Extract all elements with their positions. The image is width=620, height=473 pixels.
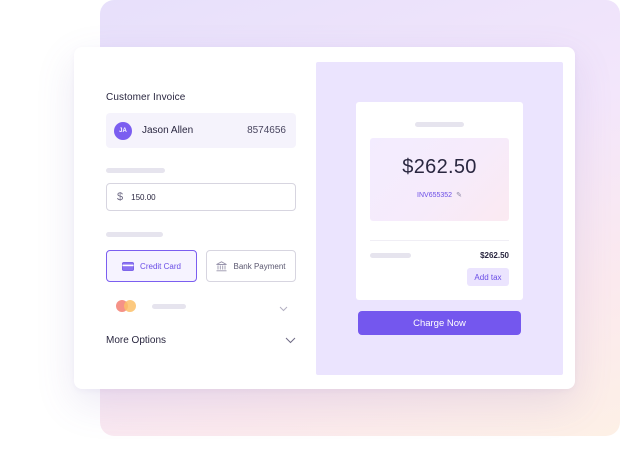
card-number-placeholder <box>152 303 186 309</box>
payment-label-placeholder <box>106 232 163 237</box>
dollar-icon: $ <box>117 191 124 203</box>
invoice-number: INV655352 ✎ <box>370 191 509 199</box>
total-amount: $262.50 <box>402 156 477 178</box>
more-options-label: More Options <box>106 334 167 346</box>
amount-label-placeholder <box>106 168 165 173</box>
credit-card-label: Credit Card <box>140 261 181 271</box>
receipt-card: $262.50 INV655352 ✎ $262.50 Add tax <box>356 102 523 300</box>
amount-input[interactable]: $ 150.00 <box>106 183 296 211</box>
total-box: $262.50 INV655352 ✎ <box>370 138 509 221</box>
customer-row[interactable]: JA Jason Allen 8574656 <box>106 113 296 148</box>
line-item-amount: $262.50 <box>480 251 509 260</box>
customer-name: Jason Allen <box>142 125 194 136</box>
avatar: JA <box>114 121 132 140</box>
bank-payment-option[interactable]: Bank Payment <box>206 250 296 282</box>
bank-payment-label: Bank Payment <box>233 261 286 271</box>
charge-now-button[interactable]: Charge Now <box>358 311 521 335</box>
credit-card-option[interactable]: Credit Card <box>106 250 197 282</box>
line-item-placeholder <box>370 253 411 258</box>
chevron-down-icon <box>279 299 288 317</box>
invoice-number-text: INV655352 <box>417 192 453 199</box>
divider <box>370 240 509 241</box>
saved-card-select[interactable] <box>106 292 296 320</box>
add-tax-button[interactable]: Add tax <box>467 268 509 286</box>
invoice-card: Customer Invoice JA Jason Allen 8574656 … <box>74 47 575 389</box>
amount-value: 150.00 <box>131 192 156 202</box>
section-title: Customer Invoice <box>106 92 186 103</box>
chevron-down-icon <box>285 331 296 349</box>
mastercard-icon <box>116 300 136 312</box>
credit-card-icon <box>122 261 134 271</box>
customer-id: 8574656 <box>247 125 286 136</box>
receipt-title-placeholder <box>415 122 464 127</box>
bank-icon <box>216 260 228 272</box>
edit-pencil-icon[interactable]: ✎ <box>456 192 462 199</box>
invoice-preview-panel: $262.50 INV655352 ✎ $262.50 Add tax Charg… <box>316 62 563 375</box>
more-options-toggle[interactable]: More Options <box>106 330 296 350</box>
